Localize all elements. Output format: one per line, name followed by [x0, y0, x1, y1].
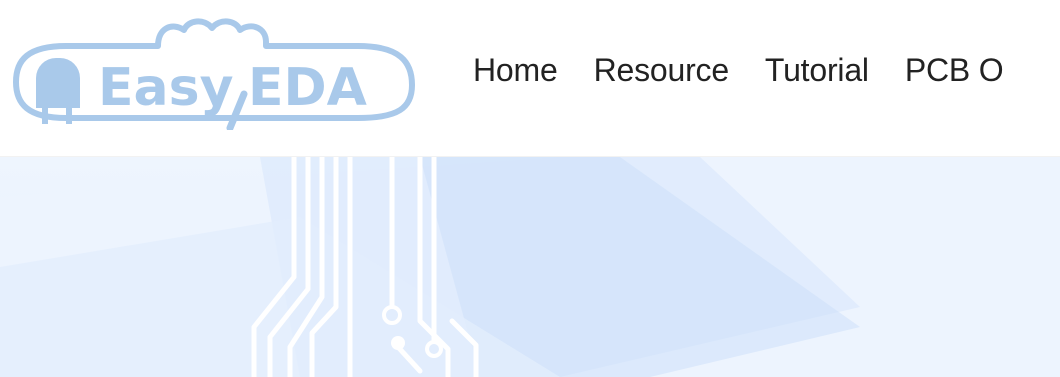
site-header: Easy EDA Home Resource Tutorial PCB O [0, 0, 1060, 156]
easyeda-logo[interactable]: Easy EDA [8, 12, 418, 130]
logo-text-eda: EDA [248, 58, 367, 118]
circuit-trace-graphic [0, 157, 1060, 377]
nav-resource[interactable]: Resource [594, 50, 730, 90]
nav-pcb-order[interactable]: PCB O [905, 50, 1004, 90]
nav-tutorial[interactable]: Tutorial [765, 50, 869, 90]
nav-home[interactable]: Home [473, 50, 558, 90]
hero-banner [0, 156, 1060, 377]
logo-graphic: Easy EDA [13, 18, 415, 130]
component-icon [36, 58, 80, 124]
logo-text-easy: Easy [98, 58, 233, 118]
main-nav: Home Resource Tutorial PCB O [473, 50, 1039, 90]
